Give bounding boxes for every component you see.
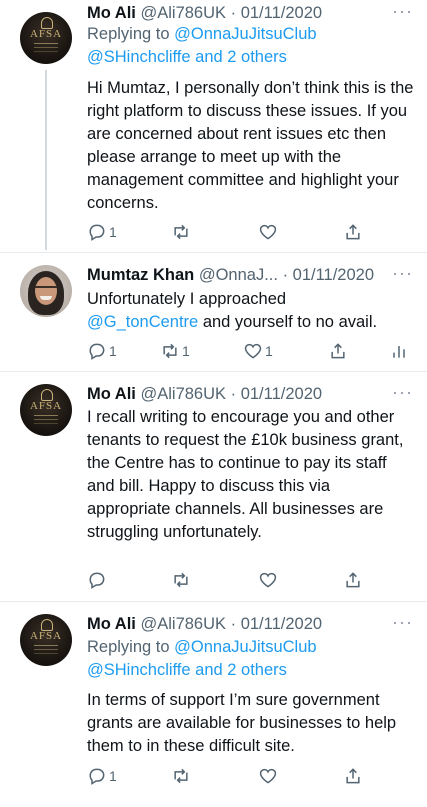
- avatar[interactable]: AFSA: [20, 12, 72, 64]
- retweet-button[interactable]: [171, 765, 191, 787]
- tweet-1[interactable]: AFSA Mo Ali @Ali786UK · 01/11/2020 ··· R…: [0, 0, 427, 250]
- more-options-icon[interactable]: ···: [392, 383, 413, 401]
- reply-button[interactable]: 1: [87, 765, 117, 787]
- author-handle[interactable]: @Ali786UK: [140, 4, 226, 22]
- replying-others-link[interactable]: @SHinchcliffe and 2 others: [87, 48, 287, 66]
- share-icon: [346, 572, 360, 588]
- share-button[interactable]: [328, 340, 348, 362]
- avatar[interactable]: AFSA: [20, 614, 72, 666]
- avatar-logo-text: AFSA: [29, 630, 63, 642]
- avatar[interactable]: [20, 265, 72, 317]
- avatar-logo-text: AFSA: [29, 28, 63, 40]
- reply-button[interactable]: 1: [87, 340, 117, 362]
- tweet-actions: 1: [87, 765, 387, 787]
- avatar-logo-text: AFSA: [29, 400, 63, 412]
- share-button[interactable]: [343, 569, 363, 591]
- author-handle[interactable]: @Ali786UK: [140, 615, 226, 633]
- share-button[interactable]: [343, 221, 363, 243]
- mention-link[interactable]: @G_tonCentre: [87, 313, 198, 331]
- more-options-icon[interactable]: ···: [392, 613, 413, 631]
- analytics-icon: [393, 346, 405, 358]
- tweet-date: · 01/11/2020: [230, 4, 323, 22]
- tweet-text: Hi Mumtaz, I personally don’t think this…: [87, 79, 414, 212]
- tweet-text: I recall writing to encourage you and ot…: [87, 408, 404, 541]
- reply-button[interactable]: [87, 569, 107, 591]
- analytics-button[interactable]: [389, 340, 409, 362]
- replying-to: Replying to @OnnaJuJitsuClub @SHinchclif…: [87, 23, 317, 69]
- tweet-header: Mo Ali @Ali786UK · 01/11/2020: [87, 3, 322, 23]
- avatar[interactable]: AFSA: [20, 384, 72, 436]
- author-handle[interactable]: @OnnaJ...: [199, 266, 278, 284]
- retweet-button[interactable]: 1: [160, 340, 190, 362]
- author-name[interactable]: Mo Ali: [87, 385, 136, 403]
- retweet-icon: [163, 343, 177, 359]
- replying-to: Replying to @OnnaJuJitsuClub @SHinchclif…: [87, 636, 317, 682]
- tweet-text: Unfortunately I approached @G_tonCentre …: [87, 288, 417, 334]
- replying-label: Replying to: [87, 638, 170, 656]
- retweet-icon: [174, 224, 188, 240]
- like-button[interactable]: 1: [243, 340, 273, 362]
- retweet-icon: [174, 768, 188, 784]
- heart-icon: [259, 768, 277, 784]
- tweet-3[interactable]: AFSA Mo Ali @Ali786UK · 01/11/2020 ··· I…: [0, 372, 427, 600]
- reply-count: 1: [109, 224, 117, 240]
- replying-label: Replying to: [87, 25, 170, 43]
- reply-icon: [89, 343, 105, 360]
- heart-icon: [259, 572, 277, 588]
- retweet-button[interactable]: [171, 569, 191, 591]
- like-button[interactable]: [258, 569, 278, 591]
- share-icon: [346, 224, 360, 240]
- reply-icon: [89, 572, 105, 589]
- reply-count: 1: [109, 343, 117, 359]
- tweet-date: · 01/11/2020: [230, 385, 323, 403]
- heart-icon: [259, 224, 277, 240]
- author-name[interactable]: Mo Ali: [87, 615, 136, 633]
- like-button[interactable]: [258, 221, 278, 243]
- retweet-icon: [174, 572, 188, 588]
- reply-icon: [89, 768, 105, 785]
- tweet-actions: [87, 569, 387, 591]
- tweet-actions: 1 1 1: [87, 340, 407, 362]
- tweet-header: Mo Ali @Ali786UK · 01/11/2020: [87, 384, 322, 404]
- retweet-button[interactable]: [171, 221, 191, 243]
- tweet-text-part: Unfortunately I approached: [87, 290, 287, 308]
- tweet-date: · 01/11/2020: [230, 615, 323, 633]
- retweet-count: 1: [182, 343, 190, 359]
- replying-user-link[interactable]: @OnnaJuJitsuClub: [174, 25, 316, 43]
- replying-others-link[interactable]: @SHinchcliffe and 2 others: [87, 661, 287, 679]
- author-name[interactable]: Mo Ali: [87, 4, 136, 22]
- author-name[interactable]: Mumtaz Khan: [87, 266, 194, 284]
- author-handle[interactable]: @Ali786UK: [140, 385, 226, 403]
- tweet-2[interactable]: Mumtaz Khan @OnnaJ... · 01/11/2020 ··· U…: [0, 253, 427, 370]
- replying-user-link[interactable]: @OnnaJuJitsuClub: [174, 638, 316, 656]
- tweet-header: Mo Ali @Ali786UK · 01/11/2020: [87, 614, 322, 634]
- like-count: 1: [265, 343, 273, 359]
- share-icon: [346, 768, 360, 784]
- heart-icon: [244, 343, 262, 359]
- tweet-header: Mumtaz Khan @OnnaJ... · 01/11/2020: [87, 265, 374, 285]
- more-options-icon[interactable]: ···: [392, 2, 413, 20]
- share-button[interactable]: [343, 765, 363, 787]
- tweet-4[interactable]: AFSA Mo Ali @Ali786UK · 01/11/2020 ··· R…: [0, 602, 427, 807]
- more-options-icon[interactable]: ···: [392, 264, 413, 282]
- like-button[interactable]: [258, 765, 278, 787]
- reply-icon: [89, 224, 105, 241]
- tweet-text-part: and yourself to no avail.: [198, 313, 378, 331]
- share-icon: [331, 343, 345, 359]
- reply-button[interactable]: 1: [87, 221, 117, 243]
- tweet-date: · 01/11/2020: [282, 266, 374, 284]
- tweet-actions: 1: [87, 221, 387, 243]
- tweet-text: In terms of support I’m sure government …: [87, 691, 397, 755]
- reply-count: 1: [109, 768, 117, 784]
- thread-line: [45, 70, 47, 250]
- glasses-icon: [35, 286, 57, 294]
